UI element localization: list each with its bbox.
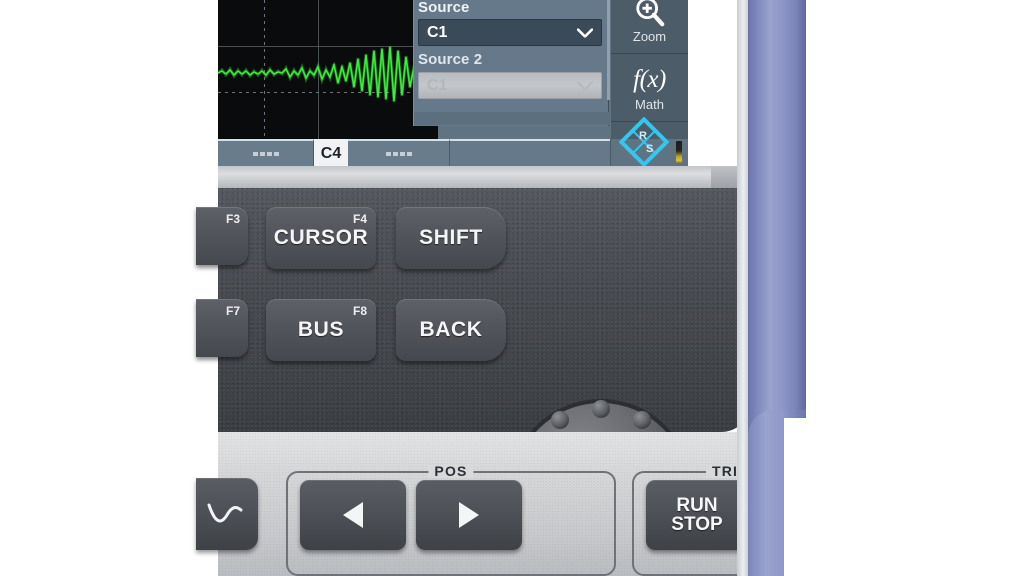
oscilloscope-device: Source C1 Source 2 C1 Zoom f(x) Math C4 … <box>196 0 814 576</box>
source2-label: Source 2 <box>418 51 483 68</box>
channel-bar: C4 R S <box>218 117 688 166</box>
f3-key-fkey: F3 <box>225 212 240 226</box>
cursor-key-fkey: F4 <box>352 212 367 226</box>
fx-icon: f(x) <box>633 66 666 93</box>
pos-group-title: POS <box>428 464 474 478</box>
instrument-display: Source C1 Source 2 C1 Zoom f(x) Math C4 … <box>218 0 688 166</box>
source2-dropdown: C1 <box>418 72 602 99</box>
waveform-trace <box>218 45 414 103</box>
channel-segment[interactable] <box>218 139 314 166</box>
dialog-footer <box>414 112 610 125</box>
active-channel-label: C4 <box>320 144 342 162</box>
triangle-left-icon <box>343 502 363 528</box>
side-panel-cutout <box>784 418 814 576</box>
toolbar-item-math[interactable]: f(x) Math <box>611 54 688 122</box>
run-stop-line2: STOP <box>671 514 723 535</box>
bus-key-label: BUS <box>297 318 345 341</box>
bus-key-fkey: F8 <box>352 304 367 318</box>
front-panel-light: POS TRIGGER RUN STOP <box>196 432 802 576</box>
source-label: Source <box>418 0 470 16</box>
status-led-indicator <box>676 141 682 163</box>
rohde-schwarz-logo-icon: R S <box>619 117 669 166</box>
chevron-down-icon <box>577 28 593 37</box>
triangle-right-icon <box>459 502 479 528</box>
channel-segment-active[interactable]: C4 <box>314 139 348 166</box>
front-panel-dark: F3 F7 CURSOR F4 SHIFT BUS F8 BACK <box>196 188 751 576</box>
display-bezel <box>218 166 751 188</box>
toolbar-label-zoom: Zoom <box>632 29 667 44</box>
source-dropdown[interactable]: C1 <box>418 19 602 46</box>
logo-area: R S <box>610 117 688 166</box>
cursor-key[interactable]: CURSOR F4 <box>266 207 376 269</box>
magnifier-plus-icon <box>634 0 666 28</box>
channel-segment[interactable] <box>348 139 450 166</box>
source-dropdown-value: C1 <box>427 23 448 41</box>
chevron-down-icon-disabled <box>577 81 593 90</box>
source2-dropdown-value: C1 <box>427 76 448 94</box>
channel-segment-text <box>385 151 412 156</box>
waveform-grid[interactable] <box>218 0 414 139</box>
svg-text:S: S <box>646 143 653 155</box>
pos-left-key[interactable] <box>300 480 406 550</box>
back-key-label: BACK <box>419 318 483 341</box>
f7-key-fkey: F7 <box>225 304 240 318</box>
shift-key[interactable]: SHIFT <box>396 207 506 269</box>
toolbar-item-zoom[interactable]: Zoom <box>611 0 688 54</box>
run-stop-line1: RUN <box>676 494 718 516</box>
waveform-key[interactable] <box>196 478 258 550</box>
screenshot-root: Source C1 Source 2 C1 Zoom f(x) Math C4 … <box>0 0 1024 576</box>
pos-right-key[interactable] <box>416 480 522 550</box>
cursor-key-label: CURSOR <box>273 226 369 249</box>
waveform-v-icon <box>207 503 243 523</box>
channel-segment-empty[interactable] <box>450 139 610 166</box>
shift-key-label: SHIFT <box>419 226 483 249</box>
svg-text:R: R <box>639 130 647 142</box>
f3-key[interactable]: F3 <box>196 207 248 265</box>
run-stop-key[interactable]: RUN STOP <box>646 480 748 550</box>
channel-segment-text <box>252 151 279 156</box>
back-key[interactable]: BACK <box>396 299 506 361</box>
f7-key[interactable]: F7 <box>196 299 248 357</box>
toolbar-label-math: Math <box>635 97 664 112</box>
bus-key[interactable]: BUS F8 <box>266 299 376 361</box>
run-stop-key-label: RUN STOP <box>671 494 723 535</box>
source-settings-dialog: Source C1 Source 2 C1 <box>413 0 610 126</box>
